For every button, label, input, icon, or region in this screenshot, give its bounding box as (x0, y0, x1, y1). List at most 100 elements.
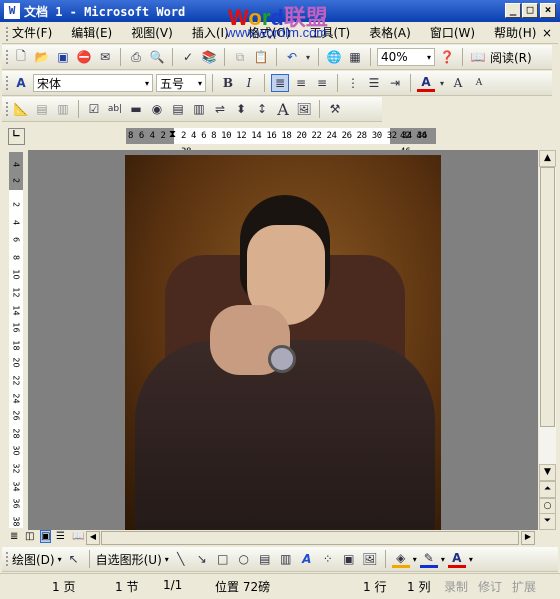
wordart-icon[interactable]: A (298, 550, 316, 568)
align-right-icon[interactable]: ≡ (313, 74, 331, 92)
arrow-icon[interactable]: ↘ (193, 550, 211, 568)
hyperlink-icon[interactable]: 🌐 (325, 48, 343, 66)
undo-dropdown-icon[interactable]: ▾ (304, 48, 312, 66)
font-color-icon[interactable]: A (417, 74, 435, 92)
scroll-thumb[interactable] (540, 167, 555, 427)
increase-indent-icon[interactable]: ⇥ (386, 74, 404, 92)
indent-marker-icon[interactable]: ⧗ (169, 127, 176, 143)
open-icon[interactable]: 📂 (33, 48, 51, 66)
italic-button[interactable]: I (240, 74, 258, 92)
print-preview-icon[interactable]: 🔍 (148, 48, 166, 66)
status-extend[interactable]: 扩展 (512, 578, 536, 595)
spelling-icon[interactable]: ✓ (179, 48, 197, 66)
menu-view[interactable]: 视图(V) (131, 24, 173, 41)
menu-insert[interactable]: 插入(I) (192, 24, 229, 41)
status-track-changes[interactable]: 修订 (478, 578, 502, 595)
styles-icon[interactable]: A (12, 74, 30, 92)
menu-window[interactable]: 窗口(W) (430, 24, 475, 41)
view-code-icon[interactable]: ▥ (54, 100, 72, 118)
clipart-icon[interactable]: ▣ (340, 550, 358, 568)
design-mode-icon[interactable]: 📐 (12, 100, 30, 118)
tab-selector[interactable]: ∟ (8, 128, 25, 145)
spin-button-icon[interactable]: ⬍ (232, 100, 250, 118)
vertical-textbox-icon[interactable]: ▥ (277, 550, 295, 568)
forms-toolbar: 📐 ▤ ▥ ☑ ab| ▬ ◉ ▤ ▥ ⇌ ⬍ ↕ A 🖼 ⚒ (2, 97, 382, 122)
font-color-dropdown-icon[interactable]: ▾ (438, 74, 446, 92)
line-icon[interactable]: ╲ (172, 550, 190, 568)
close-document-button[interactable]: × (542, 26, 552, 40)
copy-icon[interactable]: ⧉ (231, 48, 249, 66)
menu-help[interactable]: 帮助(H) (494, 24, 536, 41)
more-controls-icon[interactable]: ⚒ (326, 100, 344, 118)
align-center-icon[interactable]: ≡ (292, 74, 310, 92)
properties-icon[interactable]: ▤ (33, 100, 51, 118)
permission-icon[interactable]: ⛔ (75, 48, 93, 66)
outline-view-icon[interactable]: ☰ (56, 531, 65, 542)
scrollbar-icon[interactable]: ↕ (253, 100, 271, 118)
diagram-icon[interactable]: ⁘ (319, 550, 337, 568)
web-view-icon[interactable]: ◫ (25, 531, 34, 542)
new-icon[interactable]: 🗋 (12, 48, 30, 66)
horizontal-ruler[interactable]: 8 6 4 2 2 4 6 8 10 12 14 16 18 20 22 24 … (126, 127, 436, 157)
scroll-up-button[interactable]: ▲ (539, 150, 556, 167)
help-icon[interactable]: ❓ (438, 48, 456, 66)
option-button-icon[interactable]: ◉ (148, 100, 166, 118)
scroll-right-button[interactable]: ▶ (521, 531, 535, 545)
shrink-font-icon[interactable]: A (470, 74, 488, 92)
status-column: 1 列 (407, 580, 431, 594)
draw-menu-button[interactable]: 绘图(D) (12, 551, 55, 568)
select-objects-icon[interactable]: ↖ (65, 550, 83, 568)
normal-view-icon[interactable]: ≣ (10, 531, 18, 542)
textbox-icon[interactable]: ab| (106, 100, 124, 118)
close-button[interactable]: × (540, 3, 556, 18)
print-icon[interactable]: ⎙ (127, 48, 145, 66)
command-button-icon[interactable]: ▬ (127, 100, 145, 118)
listbox-icon[interactable]: ▤ (169, 100, 187, 118)
inserted-photo[interactable] (125, 155, 441, 530)
scroll-left-button[interactable]: ◀ (86, 531, 100, 545)
rectangle-icon[interactable]: □ (214, 550, 232, 568)
fill-color-icon[interactable]: ◈ (391, 550, 410, 568)
combobox-icon[interactable]: ▥ (190, 100, 208, 118)
numbering-icon[interactable]: ⋮ (344, 74, 362, 92)
font-size-combo[interactable]: 五号 ▾ (156, 74, 206, 92)
menu-file[interactable]: 文件(F) (12, 24, 52, 41)
picture-icon[interactable]: 🖼 (361, 550, 379, 568)
bold-button[interactable]: B (219, 74, 237, 92)
previous-page-button[interactable]: ⏶ (539, 481, 556, 498)
draw-font-color-icon[interactable]: A (447, 550, 466, 568)
status-record[interactable]: 录制 (444, 578, 468, 595)
image-icon[interactable]: 🖼 (295, 100, 313, 118)
vertical-scrollbar[interactable]: ▲ ▼ ⏶ ○ ⏷ (539, 150, 556, 530)
line-color-icon[interactable]: ✎ (419, 550, 438, 568)
zoom-combo[interactable]: 40% ▾ (377, 48, 435, 66)
email-icon[interactable]: ✉ (96, 48, 114, 66)
bullets-icon[interactable]: ☰ (365, 74, 383, 92)
paste-icon[interactable]: 📋 (252, 48, 270, 66)
undo-icon[interactable]: ↶ (283, 48, 301, 66)
read-button[interactable]: 阅读(R) (490, 49, 532, 66)
oval-icon[interactable]: ○ (235, 550, 253, 568)
grow-font-icon[interactable]: A (449, 74, 467, 92)
menu-table[interactable]: 表格(A) (369, 24, 411, 41)
scroll-down-button[interactable]: ▼ (539, 464, 556, 481)
justify-icon[interactable]: ≣ (271, 74, 289, 92)
reading-view-icon[interactable]: 📖 (72, 531, 84, 542)
font-combo[interactable]: 宋体 ▾ (33, 74, 153, 92)
toggle-button-icon[interactable]: ⇌ (211, 100, 229, 118)
maximize-button[interactable]: □ (522, 3, 538, 18)
minimize-button[interactable]: _ (505, 3, 521, 18)
print-layout-view-icon[interactable]: ▣ (40, 530, 52, 543)
autoshapes-button[interactable]: 自选图形(U) (96, 551, 162, 568)
textbox-draw-icon[interactable]: ▤ (256, 550, 274, 568)
horizontal-scroll-thumb[interactable] (101, 531, 519, 545)
next-page-button[interactable]: ⏷ (539, 513, 556, 530)
label-icon[interactable]: A (274, 100, 292, 119)
save-icon[interactable]: ▣ (54, 48, 72, 66)
checkbox-icon[interactable]: ☑ (85, 100, 103, 118)
table-icon[interactable]: ▦ (346, 48, 364, 66)
read-icon[interactable]: 📖 (469, 48, 487, 66)
menu-edit[interactable]: 编辑(E) (71, 24, 112, 41)
research-icon[interactable]: 📚 (200, 48, 218, 66)
chevron-down-icon: ▾ (426, 52, 431, 62)
